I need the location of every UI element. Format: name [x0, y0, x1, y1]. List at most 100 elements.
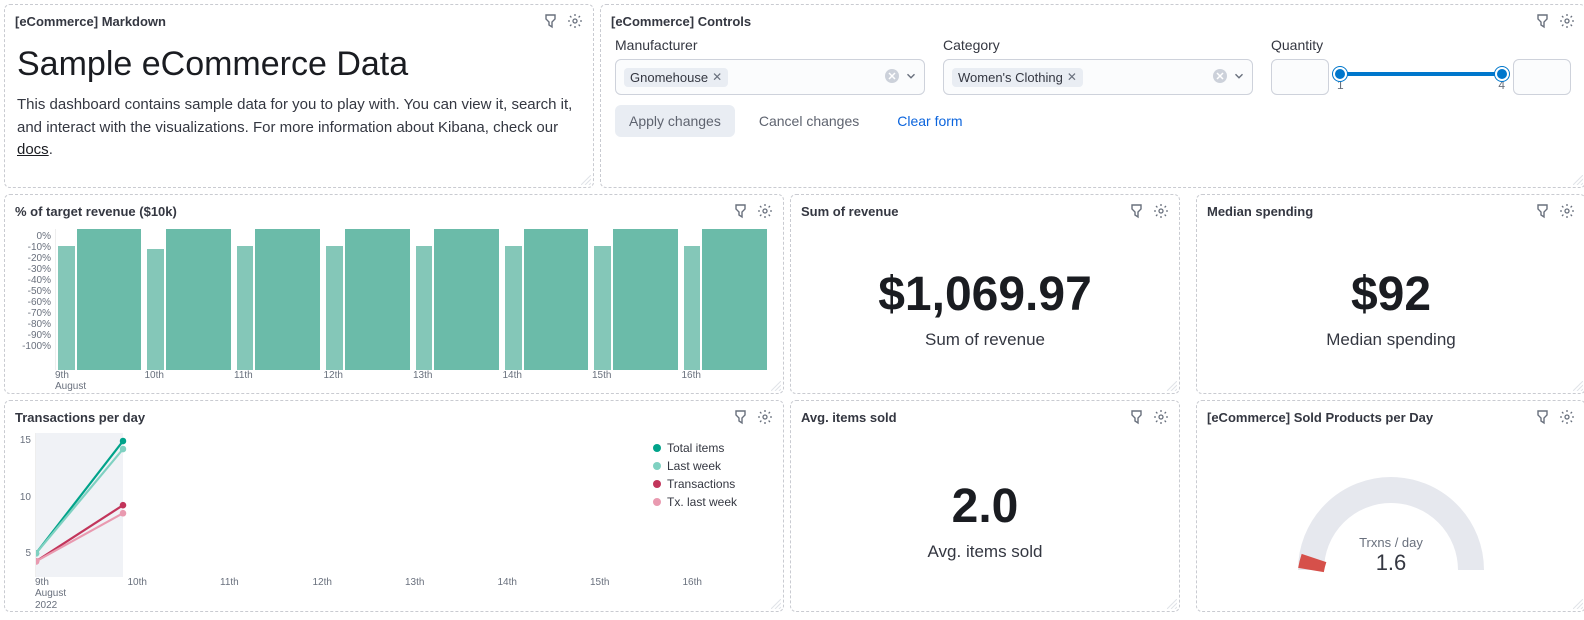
docs-link[interactable]: docs — [17, 141, 49, 158]
quantity-min-input[interactable] — [1271, 59, 1329, 95]
gear-icon[interactable] — [1151, 407, 1171, 427]
bar-column[interactable] — [684, 229, 767, 370]
chevron-down-icon[interactable] — [1232, 69, 1246, 86]
cancel-changes-button[interactable]: Cancel changes — [745, 105, 873, 137]
y-tick: 10 — [13, 492, 31, 503]
x-tick: 12th — [313, 577, 406, 588]
resize-handle[interactable] — [1167, 599, 1177, 609]
filter-icon[interactable] — [1533, 11, 1553, 31]
manufacturer-control: Manufacturer Gnomehouse ✕ — [615, 37, 925, 95]
quantity-slider[interactable]: 1 4 — [1337, 62, 1505, 92]
resize-handle[interactable] — [1167, 381, 1177, 391]
x-tick: 14th — [503, 370, 593, 381]
legend-item[interactable]: Total items — [653, 441, 771, 455]
panel-title: % of target revenue ($10k) — [15, 204, 731, 219]
gauge-chart[interactable]: Trxns / day 1.6 — [1197, 429, 1584, 611]
panel-median-spending: Median spending $92 Median spending — [1196, 194, 1584, 394]
avg-items-label: Avg. items sold — [928, 542, 1043, 562]
y-tick: -100% — [17, 341, 51, 352]
markdown-text-pre: This dashboard contains sample data for … — [17, 96, 572, 136]
gear-icon[interactable] — [565, 11, 585, 31]
x-tick: 13th — [413, 370, 503, 381]
gauge-value: 1.6 — [1359, 550, 1423, 576]
filter-icon[interactable] — [731, 407, 751, 427]
filter-icon[interactable] — [541, 11, 561, 31]
gear-icon[interactable] — [755, 201, 775, 221]
panel-title: Median spending — [1207, 204, 1533, 219]
x-tick: 14th — [498, 577, 591, 588]
sum-revenue-label: Sum of revenue — [925, 330, 1045, 350]
x-tick: 16th — [682, 370, 772, 381]
remove-pill-icon[interactable]: ✕ — [1067, 70, 1077, 84]
quantity-max-input[interactable] — [1513, 59, 1571, 95]
target-bar-chart[interactable]: 0%-10%-20%-30%-40%-50%-60%-70%-80%-90%-1… — [17, 229, 771, 370]
manufacturer-combobox[interactable]: Gnomehouse ✕ — [615, 59, 925, 95]
y-tick: -80% — [17, 319, 51, 330]
y-tick: -70% — [17, 308, 51, 319]
bar-column[interactable] — [594, 229, 677, 370]
gear-icon[interactable] — [1557, 11, 1577, 31]
resize-handle[interactable] — [1573, 599, 1583, 609]
y-tick: -40% — [17, 275, 51, 286]
clear-icon[interactable] — [1212, 68, 1228, 87]
legend-item[interactable]: Last week — [653, 459, 771, 473]
markdown-text: This dashboard contains sample data for … — [17, 94, 581, 162]
category-combobox[interactable]: Women's Clothing ✕ — [943, 59, 1253, 95]
resize-handle[interactable] — [1573, 381, 1583, 391]
clear-icon[interactable] — [884, 68, 900, 87]
quantity-control: Quantity 1 4 — [1271, 37, 1571, 95]
chevron-down-icon[interactable] — [904, 69, 918, 86]
slider-thumb-max[interactable] — [1495, 67, 1509, 81]
legend-swatch — [653, 480, 661, 488]
legend-item[interactable]: Transactions — [653, 477, 771, 491]
legend-item[interactable]: Tx. last week — [653, 495, 771, 509]
apply-changes-button[interactable]: Apply changes — [615, 105, 735, 137]
bar-column[interactable] — [505, 229, 588, 370]
resize-handle[interactable] — [1573, 175, 1583, 185]
transactions-line-chart[interactable] — [35, 433, 645, 577]
filter-icon[interactable] — [1533, 407, 1553, 427]
panel-controls: [eCommerce] Controls Manufacturer Gnomeh… — [600, 4, 1584, 188]
category-pill[interactable]: Women's Clothing ✕ — [952, 68, 1083, 87]
panel-sold-products: [eCommerce] Sold Products per Day Trxns … — [1196, 400, 1584, 612]
manufacturer-pill[interactable]: Gnomehouse ✕ — [624, 68, 728, 87]
gear-icon[interactable] — [1151, 201, 1171, 221]
bar-column[interactable] — [147, 229, 230, 370]
remove-pill-icon[interactable]: ✕ — [712, 70, 722, 84]
filter-icon[interactable] — [1127, 201, 1147, 221]
bar-column[interactable] — [326, 229, 409, 370]
x-tick: 9th — [55, 370, 145, 381]
gear-icon[interactable] — [755, 407, 775, 427]
panel-sum-revenue: Sum of revenue $1,069.97 Sum of revenue — [790, 194, 1180, 394]
x-tick: 15th — [592, 370, 682, 381]
x-tick: 10th — [145, 370, 235, 381]
y-tick: 5 — [13, 548, 31, 559]
sum-revenue-value: $1,069.97 — [878, 267, 1092, 322]
slider-thumb-min[interactable] — [1333, 67, 1347, 81]
filter-icon[interactable] — [1533, 201, 1553, 221]
category-value: Women's Clothing — [958, 70, 1063, 85]
gear-icon[interactable] — [1557, 201, 1577, 221]
y-tick: 0% — [17, 231, 51, 242]
bar-column[interactable] — [416, 229, 499, 370]
panel-transactions: Transactions per day 15105 Total itemsLa… — [4, 400, 784, 612]
legend-label: Total items — [667, 441, 724, 455]
resize-handle[interactable] — [771, 381, 781, 391]
y-tick: 15 — [13, 435, 31, 446]
manufacturer-label: Manufacturer — [615, 37, 925, 53]
resize-handle[interactable] — [771, 599, 781, 609]
y-tick: -20% — [17, 253, 51, 264]
panel-title: Sum of revenue — [801, 204, 1127, 219]
bar-column[interactable] — [237, 229, 320, 370]
gear-icon[interactable] — [1557, 407, 1577, 427]
quantity-label: Quantity — [1271, 37, 1571, 53]
bar-column[interactable] — [58, 229, 141, 370]
panel-markdown: [eCommerce] Markdown Sample eCommerce Da… — [4, 4, 594, 188]
clear-form-button[interactable]: Clear form — [883, 105, 976, 137]
panel-title: [eCommerce] Markdown — [15, 14, 541, 29]
filter-icon[interactable] — [1127, 407, 1147, 427]
x-tick: 13th — [405, 577, 498, 588]
resize-handle[interactable] — [581, 175, 591, 185]
panel-target-revenue: % of target revenue ($10k) 0%-10%-20%-30… — [4, 194, 784, 394]
filter-icon[interactable] — [731, 201, 751, 221]
